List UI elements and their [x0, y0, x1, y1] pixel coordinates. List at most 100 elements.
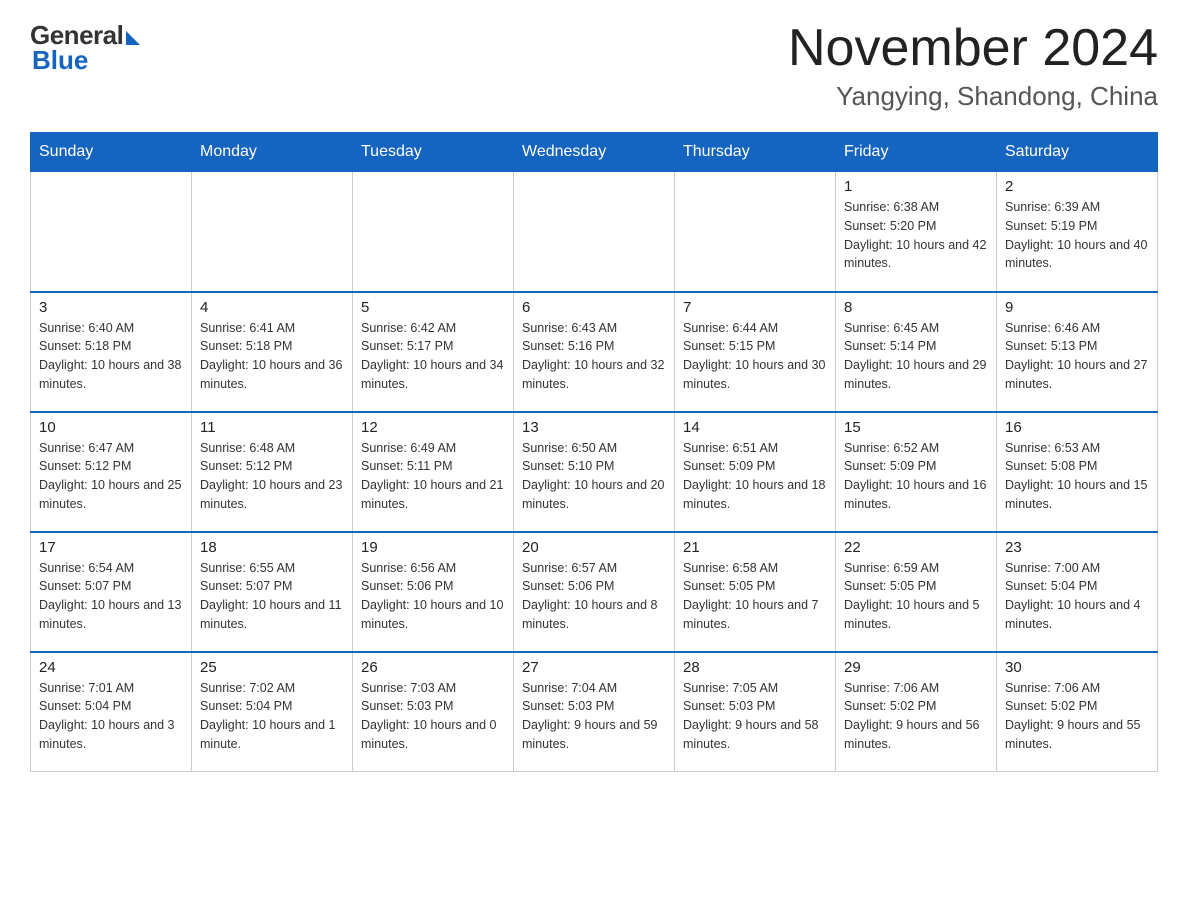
day-info: Sunrise: 7:06 AMSunset: 5:02 PMDaylight:…: [1005, 679, 1149, 754]
day-number: 23: [1005, 539, 1149, 556]
day-info: Sunrise: 6:53 AMSunset: 5:08 PMDaylight:…: [1005, 439, 1149, 514]
calendar-cell: 7 Sunrise: 6:44 AMSunset: 5:15 PMDaylight…: [675, 292, 836, 412]
day-info: Sunrise: 6:56 AMSunset: 5:06 PMDaylight:…: [361, 559, 505, 634]
calendar-cell: 23 Sunrise: 7:00 AMSunset: 5:04 PMDayligh…: [997, 532, 1158, 652]
weekday-header-sunday: Sunday: [31, 133, 192, 172]
day-info: Sunrise: 6:39 AMSunset: 5:19 PMDaylight:…: [1005, 198, 1149, 273]
calendar-table: SundayMondayTuesdayWednesdayThursdayFrid…: [30, 132, 1158, 772]
day-info: Sunrise: 6:47 AMSunset: 5:12 PMDaylight:…: [39, 439, 183, 514]
calendar-cell: 10 Sunrise: 6:47 AMSunset: 5:12 PMDayligh…: [31, 412, 192, 532]
day-number: 26: [361, 659, 505, 676]
day-number: 25: [200, 659, 344, 676]
day-number: 6: [522, 299, 666, 316]
calendar-cell: 25Sunrise: 7:02 AMSunset: 5:04 PMDayligh…: [192, 652, 353, 772]
day-info: Sunrise: 6:54 AMSunset: 5:07 PMDaylight:…: [39, 559, 183, 634]
day-number: 7: [683, 299, 827, 316]
title-area: November 2024 Yangying, Shandong, China: [788, 20, 1158, 112]
calendar-cell: 16 Sunrise: 6:53 AMSunset: 5:08 PMDayligh…: [997, 412, 1158, 532]
weekday-header-wednesday: Wednesday: [514, 133, 675, 172]
logo-triangle-icon: [126, 31, 140, 45]
day-number: 14: [683, 419, 827, 436]
day-number: 17: [39, 539, 183, 556]
day-info: Sunrise: 7:06 AMSunset: 5:02 PMDaylight:…: [844, 679, 988, 754]
week-row-5: 24Sunrise: 7:01 AMSunset: 5:04 PMDayligh…: [31, 652, 1158, 772]
weekday-header-tuesday: Tuesday: [353, 133, 514, 172]
calendar-cell: 15Sunrise: 6:52 AMSunset: 5:09 PMDayligh…: [836, 412, 997, 532]
month-title: November 2024: [788, 20, 1158, 77]
day-info: Sunrise: 6:44 AMSunset: 5:15 PMDaylight:…: [683, 319, 827, 394]
calendar-cell: 14 Sunrise: 6:51 AMSunset: 5:09 PMDayligh…: [675, 412, 836, 532]
day-info: Sunrise: 6:46 AMSunset: 5:13 PMDaylight:…: [1005, 319, 1149, 394]
calendar-cell: 12 Sunrise: 6:49 AMSunset: 5:11 PMDayligh…: [353, 412, 514, 532]
day-info: Sunrise: 6:49 AMSunset: 5:11 PMDaylight:…: [361, 439, 505, 514]
calendar-cell: 28 Sunrise: 7:05 AMSunset: 5:03 PMDayligh…: [675, 652, 836, 772]
calendar-cell: 19Sunrise: 6:56 AMSunset: 5:06 PMDayligh…: [353, 532, 514, 652]
calendar-cell: 1Sunrise: 6:38 AMSunset: 5:20 PMDaylight…: [836, 172, 997, 292]
weekday-header-monday: Monday: [192, 133, 353, 172]
weekday-header-thursday: Thursday: [675, 133, 836, 172]
calendar-cell: 6 Sunrise: 6:43 AMSunset: 5:16 PMDaylight…: [514, 292, 675, 412]
calendar-cell: 27 Sunrise: 7:04 AMSunset: 5:03 PMDayligh…: [514, 652, 675, 772]
week-row-2: 3Sunrise: 6:40 AMSunset: 5:18 PMDaylight…: [31, 292, 1158, 412]
day-number: 29: [844, 659, 988, 676]
calendar-cell: [192, 172, 353, 292]
day-info: Sunrise: 6:51 AMSunset: 5:09 PMDaylight:…: [683, 439, 827, 514]
day-number: 2: [1005, 178, 1149, 195]
calendar-cell: [31, 172, 192, 292]
day-info: Sunrise: 6:57 AMSunset: 5:06 PMDaylight:…: [522, 559, 666, 634]
day-info: Sunrise: 7:05 AMSunset: 5:03 PMDaylight:…: [683, 679, 827, 754]
calendar-cell: 3Sunrise: 6:40 AMSunset: 5:18 PMDaylight…: [31, 292, 192, 412]
day-number: 5: [361, 299, 505, 316]
day-number: 16: [1005, 419, 1149, 436]
day-number: 15: [844, 419, 988, 436]
calendar-cell: 21 Sunrise: 6:58 AMSunset: 5:05 PMDayligh…: [675, 532, 836, 652]
day-number: 27: [522, 659, 666, 676]
day-number: 3: [39, 299, 183, 316]
day-info: Sunrise: 6:58 AMSunset: 5:05 PMDaylight:…: [683, 559, 827, 634]
day-number: 13: [522, 419, 666, 436]
calendar-cell: 9 Sunrise: 6:46 AMSunset: 5:13 PMDaylight…: [997, 292, 1158, 412]
day-info: Sunrise: 6:55 AMSunset: 5:07 PMDaylight:…: [200, 559, 344, 634]
day-info: Sunrise: 7:04 AMSunset: 5:03 PMDaylight:…: [522, 679, 666, 754]
calendar-cell: 8 Sunrise: 6:45 AMSunset: 5:14 PMDaylight…: [836, 292, 997, 412]
calendar-cell: 13Sunrise: 6:50 AMSunset: 5:10 PMDayligh…: [514, 412, 675, 532]
day-info: Sunrise: 6:42 AMSunset: 5:17 PMDaylight:…: [361, 319, 505, 394]
logo: General Blue: [30, 20, 140, 76]
day-info: Sunrise: 6:59 AMSunset: 5:05 PMDaylight:…: [844, 559, 988, 634]
calendar-cell: 17 Sunrise: 6:54 AMSunset: 5:07 PMDayligh…: [31, 532, 192, 652]
calendar-cell: 18 Sunrise: 6:55 AMSunset: 5:07 PMDayligh…: [192, 532, 353, 652]
week-row-1: 1Sunrise: 6:38 AMSunset: 5:20 PMDaylight…: [31, 172, 1158, 292]
weekday-header-saturday: Saturday: [997, 133, 1158, 172]
calendar-cell: [353, 172, 514, 292]
day-number: 18: [200, 539, 344, 556]
day-info: Sunrise: 6:38 AMSunset: 5:20 PMDaylight:…: [844, 198, 988, 273]
day-number: 21: [683, 539, 827, 556]
day-info: Sunrise: 6:45 AMSunset: 5:14 PMDaylight:…: [844, 319, 988, 394]
calendar-cell: 2 Sunrise: 6:39 AMSunset: 5:19 PMDaylight…: [997, 172, 1158, 292]
day-number: 24: [39, 659, 183, 676]
location-title: Yangying, Shandong, China: [788, 81, 1158, 112]
calendar-cell: 30Sunrise: 7:06 AMSunset: 5:02 PMDayligh…: [997, 652, 1158, 772]
page-header: General Blue November 2024 Yangying, Sha…: [30, 20, 1158, 112]
calendar-cell: 26Sunrise: 7:03 AMSunset: 5:03 PMDayligh…: [353, 652, 514, 772]
day-number: 8: [844, 299, 988, 316]
week-row-3: 10 Sunrise: 6:47 AMSunset: 5:12 PMDayligh…: [31, 412, 1158, 532]
calendar-cell: 20Sunrise: 6:57 AMSunset: 5:06 PMDayligh…: [514, 532, 675, 652]
calendar-cell: 24Sunrise: 7:01 AMSunset: 5:04 PMDayligh…: [31, 652, 192, 772]
day-number: 12: [361, 419, 505, 436]
calendar-cell: 22 Sunrise: 6:59 AMSunset: 5:05 PMDayligh…: [836, 532, 997, 652]
calendar-cell: 29 Sunrise: 7:06 AMSunset: 5:02 PMDayligh…: [836, 652, 997, 772]
calendar-cell: 11Sunrise: 6:48 AMSunset: 5:12 PMDayligh…: [192, 412, 353, 532]
day-number: 9: [1005, 299, 1149, 316]
day-number: 10: [39, 419, 183, 436]
calendar-cell: [514, 172, 675, 292]
calendar-cell: [675, 172, 836, 292]
weekday-header-friday: Friday: [836, 133, 997, 172]
day-number: 28: [683, 659, 827, 676]
day-info: Sunrise: 7:00 AMSunset: 5:04 PMDaylight:…: [1005, 559, 1149, 634]
weekday-header-row: SundayMondayTuesdayWednesdayThursdayFrid…: [31, 133, 1158, 172]
calendar-cell: 4Sunrise: 6:41 AMSunset: 5:18 PMDaylight…: [192, 292, 353, 412]
day-info: Sunrise: 6:43 AMSunset: 5:16 PMDaylight:…: [522, 319, 666, 394]
day-number: 22: [844, 539, 988, 556]
day-info: Sunrise: 6:41 AMSunset: 5:18 PMDaylight:…: [200, 319, 344, 394]
